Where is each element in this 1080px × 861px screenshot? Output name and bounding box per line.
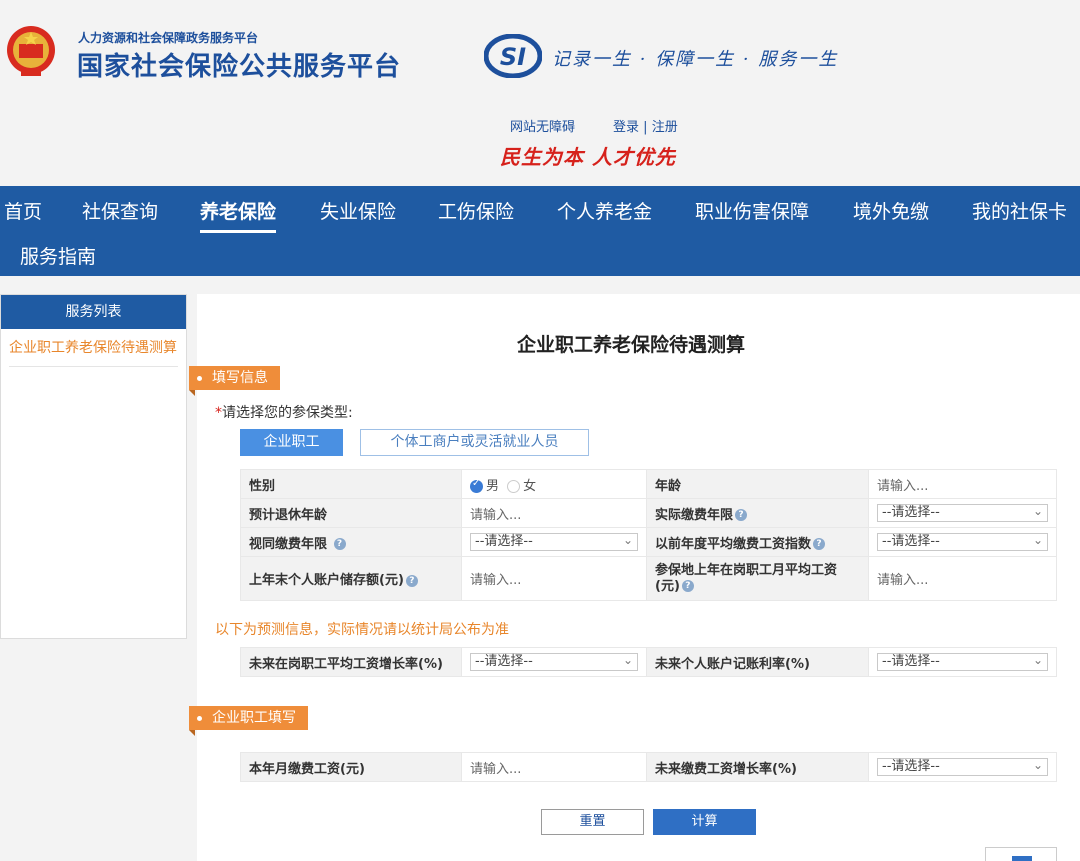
radio-female[interactable]	[507, 479, 521, 493]
page-title: 企业职工养老保险待遇测算	[517, 334, 746, 356]
national-emblem-icon	[7, 26, 55, 76]
avg-wage-input[interactable]: 请输入...	[877, 573, 928, 588]
retire-age-label: 预计退休年龄	[240, 498, 462, 528]
help-icon[interactable]: ?	[405, 574, 418, 587]
employee-form-table: 本年月缴费工资(元) 请输入... 未来缴费工资增长率(%) --请选择--	[240, 752, 1057, 782]
wage-growth-label: 未来在岗职工平均工资增长率(%)	[240, 647, 462, 677]
info-form-table: 性别 男 女 年龄 请输入... 预计退休年龄 请输入... 实际缴费年限? -…	[240, 469, 1057, 601]
accessibility-link[interactable]: 网站无障碍	[510, 116, 575, 135]
forecast-notice: 以下为预测信息，实际情况请以统计局公布为准	[215, 622, 509, 638]
wage-growth-select[interactable]: --请选择--	[470, 652, 638, 671]
actual-years-select[interactable]: --请选择--	[877, 503, 1048, 522]
red-slogan: 民生为本 人才优先	[500, 145, 676, 169]
avg-index-label-cell: 以前年度平均缴费工资指数?	[646, 527, 869, 557]
nav-item-home[interactable]: 首页	[4, 197, 42, 224]
table-row: 性别 男 女 年龄 请输入...	[240, 469, 1057, 499]
table-row: 视同缴费年限 ? --请选择-- 以前年度平均缴费工资指数? --请选择--	[240, 527, 1057, 557]
account-balance-input[interactable]: 请输入...	[470, 573, 521, 588]
register-link[interactable]: 注册	[652, 120, 678, 135]
bullet-icon	[197, 715, 202, 721]
svg-text:SI: SI	[500, 43, 526, 71]
nav-item-guide[interactable]: 服务指南	[20, 242, 96, 269]
sidebar-item-pension-calc[interactable]: 企业职工养老保险待遇测算	[9, 339, 178, 367]
nav-item-occupational[interactable]: 职业伤害保障	[695, 197, 809, 224]
account-balance-label-cell: 上年末个人账户储存额(元)?	[240, 556, 462, 601]
help-icon[interactable]: ?	[681, 580, 694, 592]
main-nav: 首页 社保查询 养老保险 失业保险 工伤保险 个人养老金 职业伤害保障 境外免缴…	[0, 186, 1080, 276]
nav-item-personal-pension[interactable]: 个人养老金	[557, 197, 652, 224]
future-growth-label: 未来缴费工资增长率(%)	[646, 752, 869, 782]
calculate-button[interactable]: 计算	[653, 809, 756, 835]
deemed-years-select[interactable]: --请选择--	[470, 532, 638, 551]
widget-icon	[1012, 856, 1032, 861]
avg-wage-label-cell: 参保地上年在岗职工月平均工资(元)?	[646, 556, 869, 601]
nav-item-overseas[interactable]: 境外免缴	[853, 197, 929, 224]
sidebar-title: 服务列表	[1, 295, 186, 329]
nav-item-injury[interactable]: 工伤保险	[438, 197, 514, 224]
radio-male[interactable]	[470, 478, 483, 493]
gender-radio-group: 男 女	[461, 469, 647, 499]
deemed-years-label-cell: 视同缴费年限 ?	[240, 527, 462, 557]
header-slogan: 记录一生 · 保障一生 · 服务一生	[552, 49, 839, 70]
monthly-wage-input[interactable]: 请输入...	[470, 762, 521, 777]
actual-years-label-cell: 实际缴费年限?	[646, 498, 869, 528]
table-row: 上年末个人账户储存额(元)? 请输入... 参保地上年在岗职工月平均工资(元)?…	[240, 556, 1057, 601]
age-input[interactable]: 请输入...	[877, 479, 928, 494]
radio-male-label: 男	[486, 478, 500, 494]
help-icon[interactable]: ?	[735, 509, 748, 521]
table-row: 未来在岗职工平均工资增长率(%) --请选择-- 未来个人账户记账利率(%) -…	[240, 647, 1057, 677]
ministry-name: 人力资源和社会保障政务服务平台	[78, 31, 259, 45]
reset-button[interactable]: 重置	[541, 809, 644, 835]
bullet-icon	[197, 375, 202, 381]
calculator-panel: 企业职工养老保险待遇测算 填写信息 *请选择您的参保类型: 企业职工 个体工商户…	[189, 294, 1080, 861]
site-title[interactable]: 国家社会保险公共服务平台	[77, 46, 401, 83]
interest-rate-label: 未来个人账户记账利率(%)	[646, 647, 869, 677]
future-growth-select[interactable]: --请选择--	[877, 757, 1048, 776]
insurance-type-prompt: *请选择您的参保类型:	[215, 405, 353, 421]
interest-rate-select[interactable]: --请选择--	[877, 652, 1048, 671]
section-tag-fill-info: 填写信息	[189, 366, 280, 396]
site-header: 人力资源和社会保障政务服务平台 国家社会保险公共服务平台 SI 记录一生 · 保…	[0, 0, 1080, 186]
section-tag-employee: 企业职工填写	[189, 706, 308, 736]
login-link[interactable]: 登录	[613, 120, 639, 135]
nav-item-card[interactable]: 我的社保卡	[972, 197, 1067, 224]
help-icon[interactable]: ?	[333, 538, 346, 550]
monthly-wage-label: 本年月缴费工资(元)	[240, 752, 462, 782]
help-icon[interactable]: ?	[813, 538, 826, 550]
table-row: 本年月缴费工资(元) 请输入... 未来缴费工资增长率(%) --请选择--	[240, 752, 1057, 782]
age-label: 年龄	[646, 469, 869, 499]
floating-widget[interactable]	[985, 847, 1057, 861]
type-option-employee[interactable]: 企业职工	[240, 429, 343, 456]
gender-label: 性别	[240, 469, 462, 499]
avg-index-select[interactable]: --请选择--	[877, 532, 1048, 551]
si-logo-icon: SI	[484, 34, 542, 78]
forecast-form-table: 未来在岗职工平均工资增长率(%) --请选择-- 未来个人账户记账利率(%) -…	[240, 647, 1057, 677]
nav-item-unemployment[interactable]: 失业保险	[320, 197, 396, 224]
nav-item-query[interactable]: 社保查询	[82, 197, 158, 224]
type-option-freelance[interactable]: 个体工商户或灵活就业人员	[360, 429, 589, 456]
table-row: 预计退休年龄 请输入... 实际缴费年限? --请选择--	[240, 498, 1057, 528]
nav-item-pension[interactable]: 养老保险	[200, 197, 277, 233]
auth-separator: |	[643, 120, 648, 135]
retire-age-input[interactable]: 请输入...	[470, 508, 521, 523]
radio-female-label: 女	[523, 478, 537, 494]
service-sidebar: 服务列表 企业职工养老保险待遇测算	[0, 294, 187, 639]
auth-links: 登录 | 注册	[613, 116, 678, 135]
